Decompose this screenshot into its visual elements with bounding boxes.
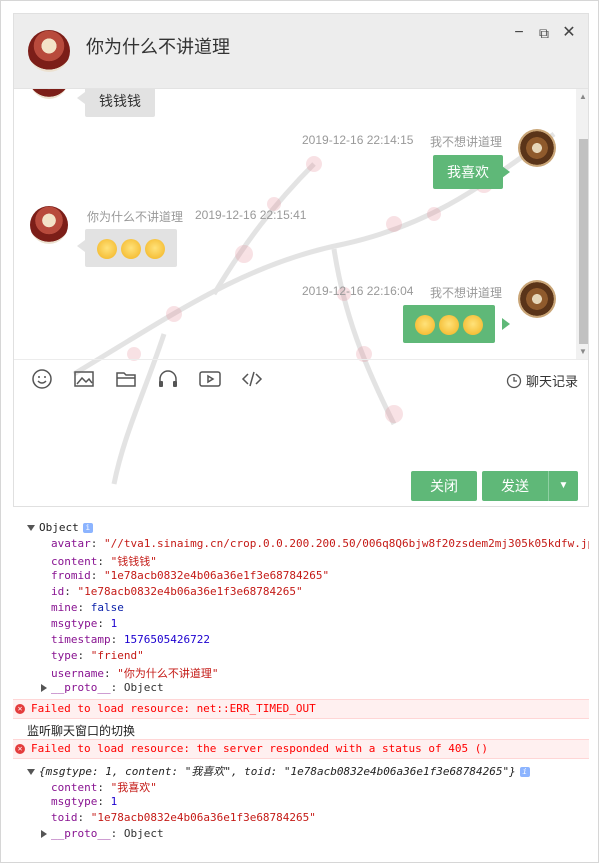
field-fromid: fromid: "1e78acb0832e4b06a36e1f3e6878426… <box>51 569 330 582</box>
friend-avatar[interactable] <box>28 30 70 72</box>
proto-entry[interactable]: __proto__: Object <box>41 681 164 694</box>
message-bubble: 我喜欢 <box>433 155 503 189</box>
field-content: content: "钱钱钱" <box>51 555 157 568</box>
my-avatar <box>518 280 556 318</box>
shy-emoji <box>145 239 165 260</box>
field-msgtype: msgtype: 1 <box>51 795 118 808</box>
message-scrollbar[interactable]: ▲ ▼ <box>576 89 588 359</box>
page: 你为什么不讲道理 − ⧉ ✕ 钱钱钱 2019-12-16 22:14:15 我… <box>0 0 599 863</box>
error-icon: ✕ <box>15 744 25 754</box>
info-icon: i <box>519 767 530 777</box>
chat-title: 你为什么不讲道理 <box>86 37 230 57</box>
message-sender: 你为什么不讲道理 <box>87 210 184 224</box>
folder-icon[interactable] <box>114 368 138 392</box>
grin-emoji <box>97 239 117 260</box>
emoji-icon[interactable] <box>30 368 54 392</box>
emoji-message <box>403 305 495 343</box>
field-type: type: "friend" <box>51 649 144 662</box>
devtools-console: Object i avatar: "//tva1.sinaimg.cn/crop.… <box>13 515 589 862</box>
field-mine: mine: false <box>51 601 124 614</box>
history-label: 聊天记录 <box>525 374 578 389</box>
chat-window: 你为什么不讲道理 − ⧉ ✕ 钱钱钱 2019-12-16 22:14:15 我… <box>13 13 589 507</box>
money-emoji <box>415 315 435 336</box>
message-time: 2019-12-16 22:16:04 <box>302 284 414 298</box>
clock-icon <box>506 373 522 392</box>
chat-history-button[interactable]: 聊天记录 <box>506 371 578 392</box>
console-object[interactable]: {msgtype: 1, content: "我喜欢", toid: "1e78… <box>27 763 530 779</box>
emoji-message <box>85 229 177 267</box>
field-content: content: "我喜欢" <box>51 781 157 794</box>
friend-avatar <box>30 206 68 244</box>
message-sender: 我不想讲道理 <box>430 135 503 149</box>
message-list: 钱钱钱 2019-12-16 22:14:15 我不想讲道理 我喜欢 你为什么不… <box>14 89 576 359</box>
field-username: username: "你为什么不讲道理" <box>51 667 219 680</box>
send-button[interactable]: 发送 ▼ <box>482 471 578 501</box>
message-input[interactable]: 关闭 发送 ▼ <box>14 399 588 506</box>
scroll-down-icon[interactable]: ▼ <box>579 347 587 356</box>
image-icon[interactable] <box>72 368 96 392</box>
field-id: id: "1e78acb0832e4b06a36e1f3e68784265" <box>51 585 303 598</box>
message-time: 2019-12-16 22:14:15 <box>302 133 414 147</box>
send-label[interactable]: 发送 <box>482 471 548 501</box>
field-timestamp: timestamp: 1576505426722 <box>51 633 210 646</box>
message-time: 2019-12-16 22:15:41 <box>195 208 307 222</box>
friend-avatar <box>30 89 68 99</box>
message-sender: 我不想讲道理 <box>430 286 503 300</box>
message-bubble: 钱钱钱 <box>85 89 155 117</box>
rich-emoji <box>439 315 459 336</box>
chat-toolbar: 聊天记录 <box>14 359 588 399</box>
console-error: ✕ Failed to load resource: net::ERR_TIMED… <box>13 699 589 719</box>
console-object[interactable]: Object i <box>27 521 93 534</box>
info-icon: i <box>82 523 93 533</box>
console-log: 监听聊天窗口的切换 <box>27 724 136 738</box>
error-icon: ✕ <box>15 704 25 714</box>
close-icon[interactable]: ✕ <box>560 24 578 42</box>
close-button[interactable]: 关闭 <box>411 471 477 501</box>
video-icon[interactable] <box>198 368 222 392</box>
my-avatar <box>518 129 556 167</box>
scroll-thumb[interactable] <box>579 139 588 344</box>
field-avatar: avatar: "//tva1.sinaimg.cn/crop.0.0.200.… <box>51 537 589 550</box>
surprised-emoji <box>463 315 483 336</box>
code-icon[interactable] <box>240 368 264 392</box>
send-options-dropdown-icon[interactable]: ▼ <box>549 471 578 501</box>
field-msgtype: msgtype: 1 <box>51 617 118 630</box>
maximize-icon[interactable]: ⧉ <box>535 24 553 42</box>
field-toid: toid: "1e78acb0832e4b06a36e1f3e68784265" <box>51 811 316 824</box>
headphones-icon[interactable] <box>156 368 180 392</box>
laugh-emoji <box>121 239 141 260</box>
title-bar: 你为什么不讲道理 − ⧉ ✕ <box>14 14 588 89</box>
scroll-up-icon[interactable]: ▲ <box>579 92 587 101</box>
proto-entry[interactable]: __proto__: Object <box>41 827 164 840</box>
console-error: ✕ Failed to load resource: the server res… <box>13 739 589 759</box>
minimize-icon[interactable]: − <box>510 24 528 42</box>
